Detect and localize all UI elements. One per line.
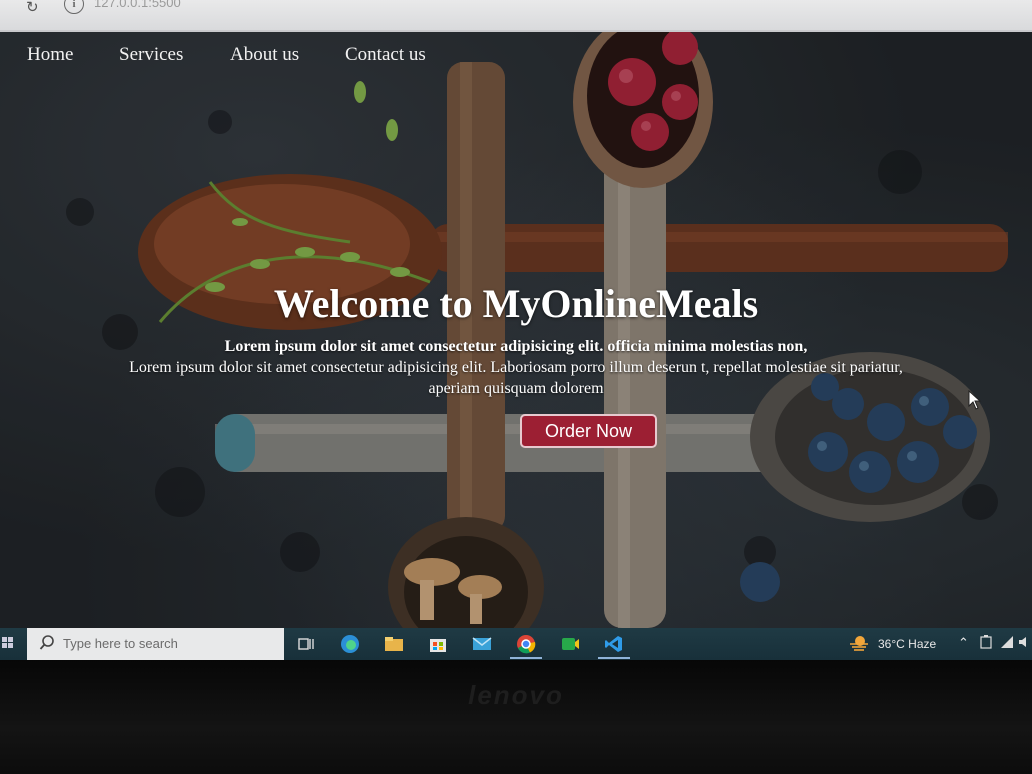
- nav-link-home[interactable]: Home: [27, 44, 73, 66]
- hero-text-line-1: Lorem ipsum dolor sit amet consectetur a…: [224, 338, 808, 355]
- nav-link-about-us[interactable]: About us: [230, 44, 299, 66]
- address-bar[interactable]: 127.0.0.1:5500: [94, 0, 181, 10]
- edge-icon[interactable]: [340, 634, 360, 654]
- task-view-icon[interactable]: [296, 634, 316, 654]
- reload-icon[interactable]: ↻: [26, 0, 39, 16]
- store-icon[interactable]: [428, 634, 448, 654]
- active-app-indicator-chrome: [510, 657, 542, 659]
- browser-toolbar: ↻ i 127.0.0.1:5500: [0, 0, 1032, 32]
- search-icon: [39, 635, 54, 650]
- hero-background-image: [0, 32, 1032, 628]
- nav-link-contact-us[interactable]: Contact us: [345, 44, 426, 66]
- active-app-indicator-vscode: [598, 657, 630, 659]
- laptop-bezel: lenovo: [0, 660, 1032, 774]
- hero-section: Home Services About us Contact us Welcom…: [0, 32, 1032, 628]
- weather-description: Haze: [908, 637, 937, 651]
- haze-weather-icon: [850, 636, 868, 651]
- hero-text-line-2: Lorem ipsum dolor sit amet consectetur a…: [129, 359, 903, 376]
- vscode-icon[interactable]: [604, 634, 624, 654]
- file-explorer-icon[interactable]: [384, 634, 404, 654]
- windows-start-icon[interactable]: [2, 637, 14, 649]
- mouse-cursor-icon: [968, 390, 982, 410]
- lenovo-logo: lenovo: [468, 680, 564, 710]
- wifi-icon[interactable]: [1000, 635, 1014, 649]
- chevron-up-icon[interactable]: ⌃: [958, 635, 969, 651]
- hero-title: Welcome to MyOnlineMeals: [273, 281, 759, 326]
- weather-temperature: 36°C: [878, 637, 905, 651]
- volume-icon[interactable]: [1018, 635, 1030, 649]
- main-nav: Home Services About us Contact us: [0, 44, 1032, 74]
- battery-icon[interactable]: [980, 635, 992, 649]
- mail-icon[interactable]: [472, 634, 492, 654]
- hero-text-line-3: aperiam quisquam dolorem: [428, 380, 604, 397]
- windows-taskbar: Type here to search 36°C Haze ⌃: [0, 628, 1032, 660]
- camtasia-icon[interactable]: [560, 634, 580, 654]
- order-now-button[interactable]: Order Now: [520, 414, 657, 448]
- nav-link-services[interactable]: Services: [119, 44, 183, 66]
- info-icon[interactable]: i: [64, 0, 84, 14]
- search-placeholder: Type here to search: [63, 636, 178, 651]
- chrome-icon[interactable]: [516, 634, 536, 654]
- taskbar-search-box[interactable]: Type here to search: [27, 628, 284, 660]
